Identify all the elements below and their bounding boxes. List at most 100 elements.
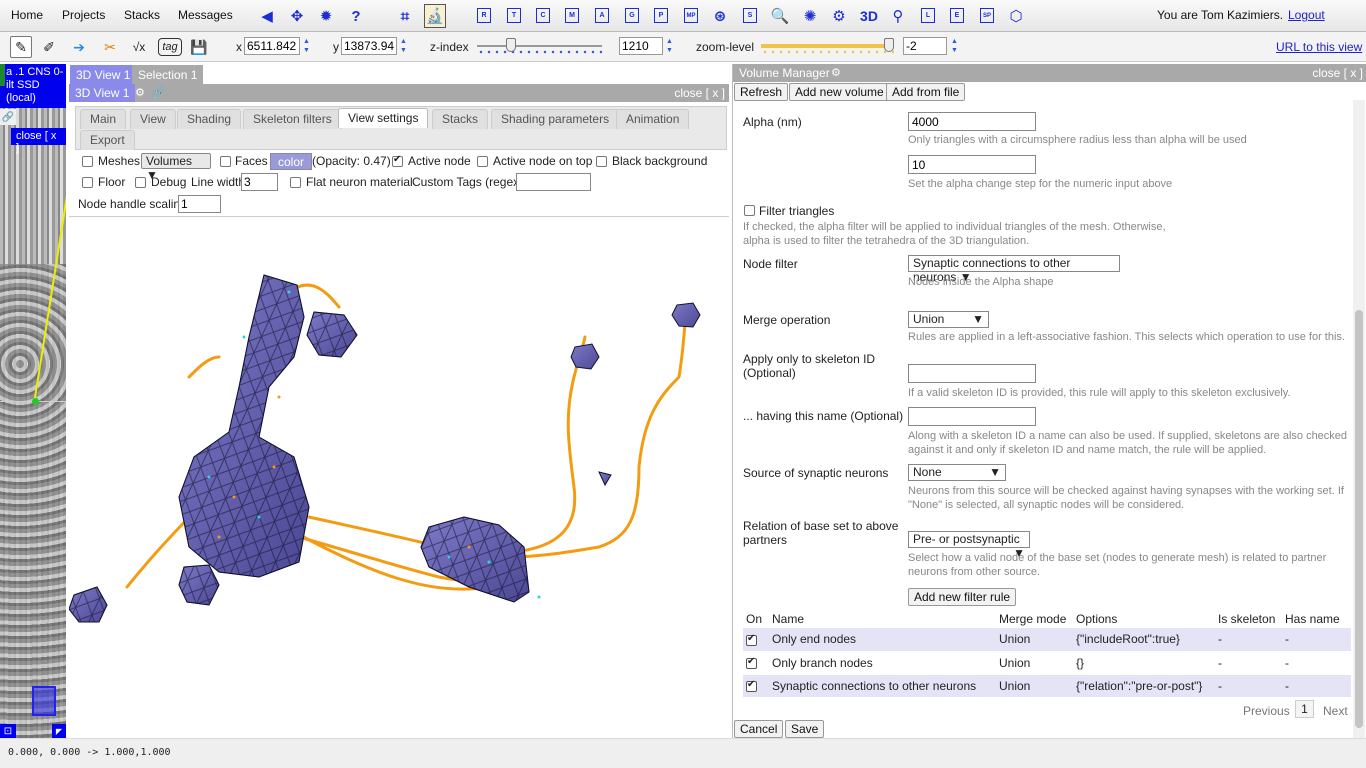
source-select[interactable]: None ▼ [908,464,1006,481]
3d-canvas[interactable] [68,216,729,738]
skeleton-name-input[interactable] [908,407,1036,426]
rule-enabled-checkbox[interactable] [746,656,757,669]
y-spinner-icon[interactable]: ▲ ▼ [400,37,408,55]
brush-tool-icon[interactable]: ✐ [38,36,60,58]
widget-t-icon[interactable]: T [507,8,521,23]
column-name[interactable]: Name [769,610,996,628]
refresh-button[interactable]: Refresh [734,83,789,101]
column-options[interactable]: Options [1073,610,1215,628]
meshes-checkbox[interactable] [82,156,93,167]
x-spinner-icon[interactable]: ▲ ▼ [303,37,311,55]
save-disk-icon[interactable]: 💾 [188,36,210,58]
tag-icon[interactable]: tag [158,38,182,56]
black-background-checkbox[interactable] [596,156,607,167]
tab-main[interactable]: Main [80,109,127,129]
logout-link[interactable]: Logout [1288,8,1325,22]
relation-select[interactable]: Pre- or postsynaptic ▼ [908,531,1030,560]
tab-animation[interactable]: Animation [616,109,690,129]
menu-stacks[interactable]: Stacks [124,8,160,22]
active-node-checkbox[interactable] [392,154,403,167]
volume-manager-scrollbar[interactable] [1353,100,1365,738]
node-filter-select[interactable]: Synaptic connections to other neurons ▼ [908,255,1120,284]
column-is-skeleton[interactable]: Is skeleton [1215,610,1282,628]
window-tab-3d-view[interactable]: 3D View 1 [70,65,137,84]
flat-neuron-material-checkbox[interactable] [290,177,301,188]
volumes-select[interactable]: Volumes ▼ [141,153,211,182]
tab-export[interactable]: Export [80,130,135,150]
floor-checkbox[interactable] [82,177,93,188]
widget-l-icon[interactable]: L [921,8,935,23]
stack-resize-icon[interactable]: ◤ [52,724,66,738]
pen-tool-icon[interactable]: ✎ [10,36,32,58]
active-node-on-top-checkbox[interactable] [477,156,488,167]
3d-viewer-icon[interactable]: 3D [859,6,879,26]
menu-projects[interactable]: Projects [62,8,105,22]
pager-current-page[interactable]: 1 [1295,700,1314,718]
stack-menu-icon[interactable]: ⊡ [0,724,16,738]
volume-manager-settings-icon[interactable]: ⚙ [831,66,841,79]
stack-viewer[interactable]: a .1 CNS 0- ilt SSD (local) 🔗 close [ x … [0,64,66,738]
widget-e-icon[interactable]: E [950,8,964,23]
gear-alt-icon[interactable]: ✺ [800,6,820,26]
window-tab-selection[interactable]: Selection 1 [132,65,204,84]
settings-gear-icon[interactable]: ✹ [316,6,336,26]
zoom-slider-handle[interactable] [884,38,894,52]
rule-enabled-checkbox[interactable] [746,679,757,692]
alpha-step-input[interactable] [908,155,1036,174]
scissors-icon[interactable]: ✂ [99,36,121,58]
tab-view[interactable]: View [130,109,176,129]
menu-home[interactable]: Home [11,8,43,22]
3d-view-settings-icon[interactable]: ⚙ [135,86,145,99]
navigator-box[interactable] [32,686,56,716]
merge-operation-select[interactable]: Union ▼ [908,311,989,328]
tab-skeleton-filters[interactable]: Skeleton filters [243,109,342,129]
sqrt-icon[interactable]: √x [128,36,150,58]
tab-stacks[interactable]: Stacks [432,109,489,129]
zoom-spinner-icon[interactable]: ▲ ▼ [951,37,959,55]
pager-next[interactable]: Next [1323,704,1348,718]
stack-close-button[interactable]: close [ x ] [11,128,66,154]
column-has-name[interactable]: Has name [1282,610,1351,628]
url-to-view-link[interactable]: URL to this view [1276,40,1362,54]
rule-enabled-checkbox[interactable] [746,633,757,646]
widget-r-icon[interactable]: R [477,8,491,23]
add-from-file-button[interactable]: Add from file [886,83,966,101]
line-width-input[interactable] [241,173,278,191]
tab-view-settings[interactable]: View settings [338,108,429,128]
menu-messages[interactable]: Messages [178,8,233,22]
widget-m-icon[interactable]: M [565,8,579,23]
mesh-color-button[interactable]: color [270,153,313,170]
zoom-level-input[interactable] [903,37,947,55]
active-node-marker[interactable] [32,398,39,405]
pager-previous[interactable]: Previous [1243,704,1290,718]
node-handle-scaling-input[interactable] [178,195,221,213]
z-index-input[interactable] [619,37,663,55]
add-new-volume-button[interactable]: Add new volume [789,83,890,101]
widget-s-icon[interactable]: S [743,8,757,23]
filter-triangles-checkbox[interactable] [744,205,755,216]
cancel-button[interactable]: Cancel [734,720,784,738]
z-slider-handle[interactable] [506,38,516,52]
forward-arrow-icon[interactable]: ➔ [68,36,90,58]
add-filter-rule-button[interactable]: Add new filter rule [908,588,1017,606]
crop-tool-icon[interactable]: ⌗ [395,6,415,26]
search-icon[interactable]: 🔍 [770,6,790,26]
stack-link-icon[interactable]: 🔗 [0,109,16,125]
3d-view-link-icon[interactable]: 🔗 [151,86,165,99]
help-settings-icon[interactable]: ⚙ [829,6,849,26]
scrollbar-thumb[interactable] [1355,310,1363,728]
widget-g-icon[interactable]: G [625,8,639,23]
widget-p-icon[interactable]: P [654,8,668,23]
cube-icon[interactable]: ⬡ [1006,6,1026,26]
widget-sp-icon[interactable]: SP [980,8,994,23]
skeleton-id-input[interactable] [908,364,1036,383]
y-coordinate-input[interactable] [341,37,397,55]
widget-a-icon[interactable]: A [595,8,609,23]
column-merge-mode[interactable]: Merge mode [996,610,1073,628]
debug-checkbox[interactable] [135,177,146,188]
neuron-icon[interactable]: ⚲ [888,6,908,26]
save-button[interactable]: Save [785,720,825,738]
3d-view-close-button[interactable]: close [ x ] [674,86,725,100]
tab-shading[interactable]: Shading [177,109,242,129]
help-icon[interactable]: ? [346,6,366,26]
